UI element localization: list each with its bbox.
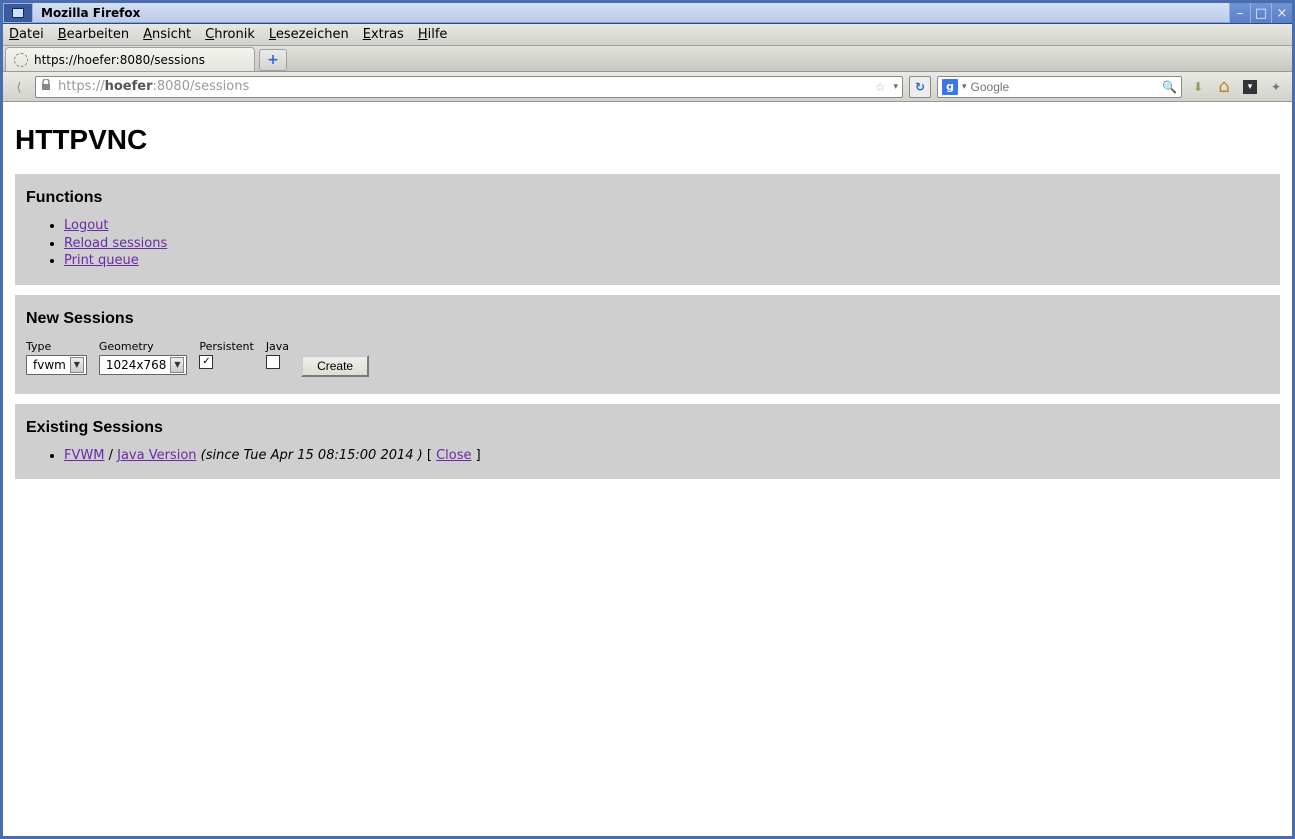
chevron-down-icon: ▼ bbox=[170, 357, 184, 373]
menu-chronik[interactable]: Chronik bbox=[205, 27, 255, 42]
chevron-down-icon: ▼ bbox=[70, 357, 84, 373]
type-label: Type bbox=[26, 340, 51, 353]
url-text: https://hoefer:8080/sessions bbox=[58, 79, 249, 94]
create-button[interactable]: Create bbox=[301, 355, 369, 377]
logout-link[interactable]: Logout bbox=[64, 218, 109, 233]
persistent-checkbox[interactable]: ✓ bbox=[199, 355, 213, 369]
bookmark-star-icon[interactable]: ☆ bbox=[875, 80, 886, 94]
search-box[interactable]: g ▾ 🔍 bbox=[937, 76, 1182, 98]
page-title: HTTPVNC bbox=[15, 124, 1280, 156]
page-body: HTTPVNC Functions Logout Reload sessions… bbox=[3, 102, 1292, 479]
list-item: FVWM / Java Version (since Tue Apr 15 08… bbox=[64, 447, 1271, 465]
reload-icon: ↻ bbox=[915, 80, 925, 94]
tab-title: https://hoefer:8080/sessions bbox=[34, 53, 205, 67]
app-menu-icon[interactable] bbox=[3, 3, 33, 23]
geometry-select[interactable]: 1024x768 ▼ bbox=[99, 355, 188, 375]
search-provider-dropdown-icon[interactable]: ▾ bbox=[962, 82, 967, 92]
new-sessions-heading: New Sessions bbox=[26, 310, 1271, 328]
url-bar[interactable]: https://hoefer:8080/sessions ☆ ▾ bbox=[35, 76, 903, 98]
bracket: ] bbox=[472, 448, 481, 463]
save-button[interactable]: ▾ bbox=[1240, 77, 1260, 97]
menu-extras[interactable]: Extras bbox=[363, 27, 404, 42]
geometry-select-value: 1024x768 bbox=[106, 358, 167, 372]
spacer bbox=[301, 340, 305, 353]
search-provider-icon[interactable]: g bbox=[942, 79, 958, 95]
functions-heading: Functions bbox=[26, 189, 1271, 207]
new-sessions-panel: New Sessions Type fvwm ▼ Geometry 1024x7… bbox=[15, 295, 1280, 394]
list-item: Logout bbox=[64, 217, 1271, 235]
print-queue-link[interactable]: Print queue bbox=[64, 253, 139, 268]
session-since-text: (since Tue Apr 15 08:15:00 2014 ) bbox=[201, 448, 423, 463]
browser-tab[interactable]: https://hoefer:8080/sessions bbox=[5, 47, 255, 71]
lock-icon bbox=[40, 79, 52, 94]
bracket: [ bbox=[423, 448, 436, 463]
close-window-button[interactable]: × bbox=[1271, 3, 1292, 23]
home-button[interactable]: ⌂ bbox=[1214, 77, 1234, 97]
minimize-button[interactable]: – bbox=[1229, 3, 1250, 23]
navigation-toolbar: ⟨ https://hoefer:8080/sessions ☆ ▾ ↻ g ▾… bbox=[3, 72, 1292, 102]
downloads-button[interactable]: ⬇ bbox=[1188, 77, 1208, 97]
menu-lesezeichen[interactable]: Lesezeichen bbox=[269, 27, 349, 42]
persistent-label: Persistent bbox=[199, 340, 253, 353]
maximize-button[interactable]: □ bbox=[1250, 3, 1271, 23]
java-label: Java bbox=[266, 340, 289, 353]
tab-favicon-icon bbox=[14, 53, 28, 67]
type-select[interactable]: fvwm ▼ bbox=[26, 355, 87, 375]
reload-button[interactable]: ↻ bbox=[909, 76, 931, 98]
search-magnifier-icon[interactable]: 🔍 bbox=[1162, 80, 1177, 94]
back-button[interactable]: ⟨ bbox=[9, 77, 29, 97]
search-input[interactable] bbox=[971, 80, 1159, 94]
menu-bearbeiten[interactable]: Bearbeiten bbox=[58, 27, 129, 42]
java-checkbox[interactable] bbox=[266, 355, 280, 369]
menu-datei[interactable]: Datei bbox=[9, 27, 44, 42]
existing-sessions-heading: Existing Sessions bbox=[26, 419, 1271, 437]
menubar: Datei Bearbeiten Ansicht Chronik Lesezei… bbox=[3, 24, 1292, 46]
geometry-label: Geometry bbox=[99, 340, 154, 353]
save-icon: ▾ bbox=[1243, 80, 1257, 94]
tab-strip: https://hoefer:8080/sessions + bbox=[3, 46, 1292, 72]
window-titlebar: Mozilla Firefox – □ × bbox=[3, 3, 1292, 24]
session-java-link[interactable]: Java Version bbox=[117, 448, 196, 463]
new-tab-button[interactable]: + bbox=[259, 49, 287, 71]
addon-button[interactable]: ✦ bbox=[1266, 77, 1286, 97]
existing-sessions-panel: Existing Sessions FVWM / Java Version (s… bbox=[15, 404, 1280, 480]
url-dropdown-icon[interactable]: ▾ bbox=[893, 82, 898, 92]
list-item: Reload sessions bbox=[64, 235, 1271, 253]
menu-ansicht[interactable]: Ansicht bbox=[143, 27, 191, 42]
reload-sessions-link[interactable]: Reload sessions bbox=[64, 236, 167, 251]
window-title: Mozilla Firefox bbox=[33, 3, 1229, 23]
list-item: Print queue bbox=[64, 252, 1271, 270]
session-close-link[interactable]: Close bbox=[436, 448, 471, 463]
separator: / bbox=[104, 448, 117, 463]
menu-hilfe[interactable]: Hilfe bbox=[418, 27, 448, 42]
functions-panel: Functions Logout Reload sessions Print q… bbox=[15, 174, 1280, 285]
type-select-value: fvwm bbox=[33, 358, 66, 372]
session-fvwm-link[interactable]: FVWM bbox=[64, 448, 104, 463]
